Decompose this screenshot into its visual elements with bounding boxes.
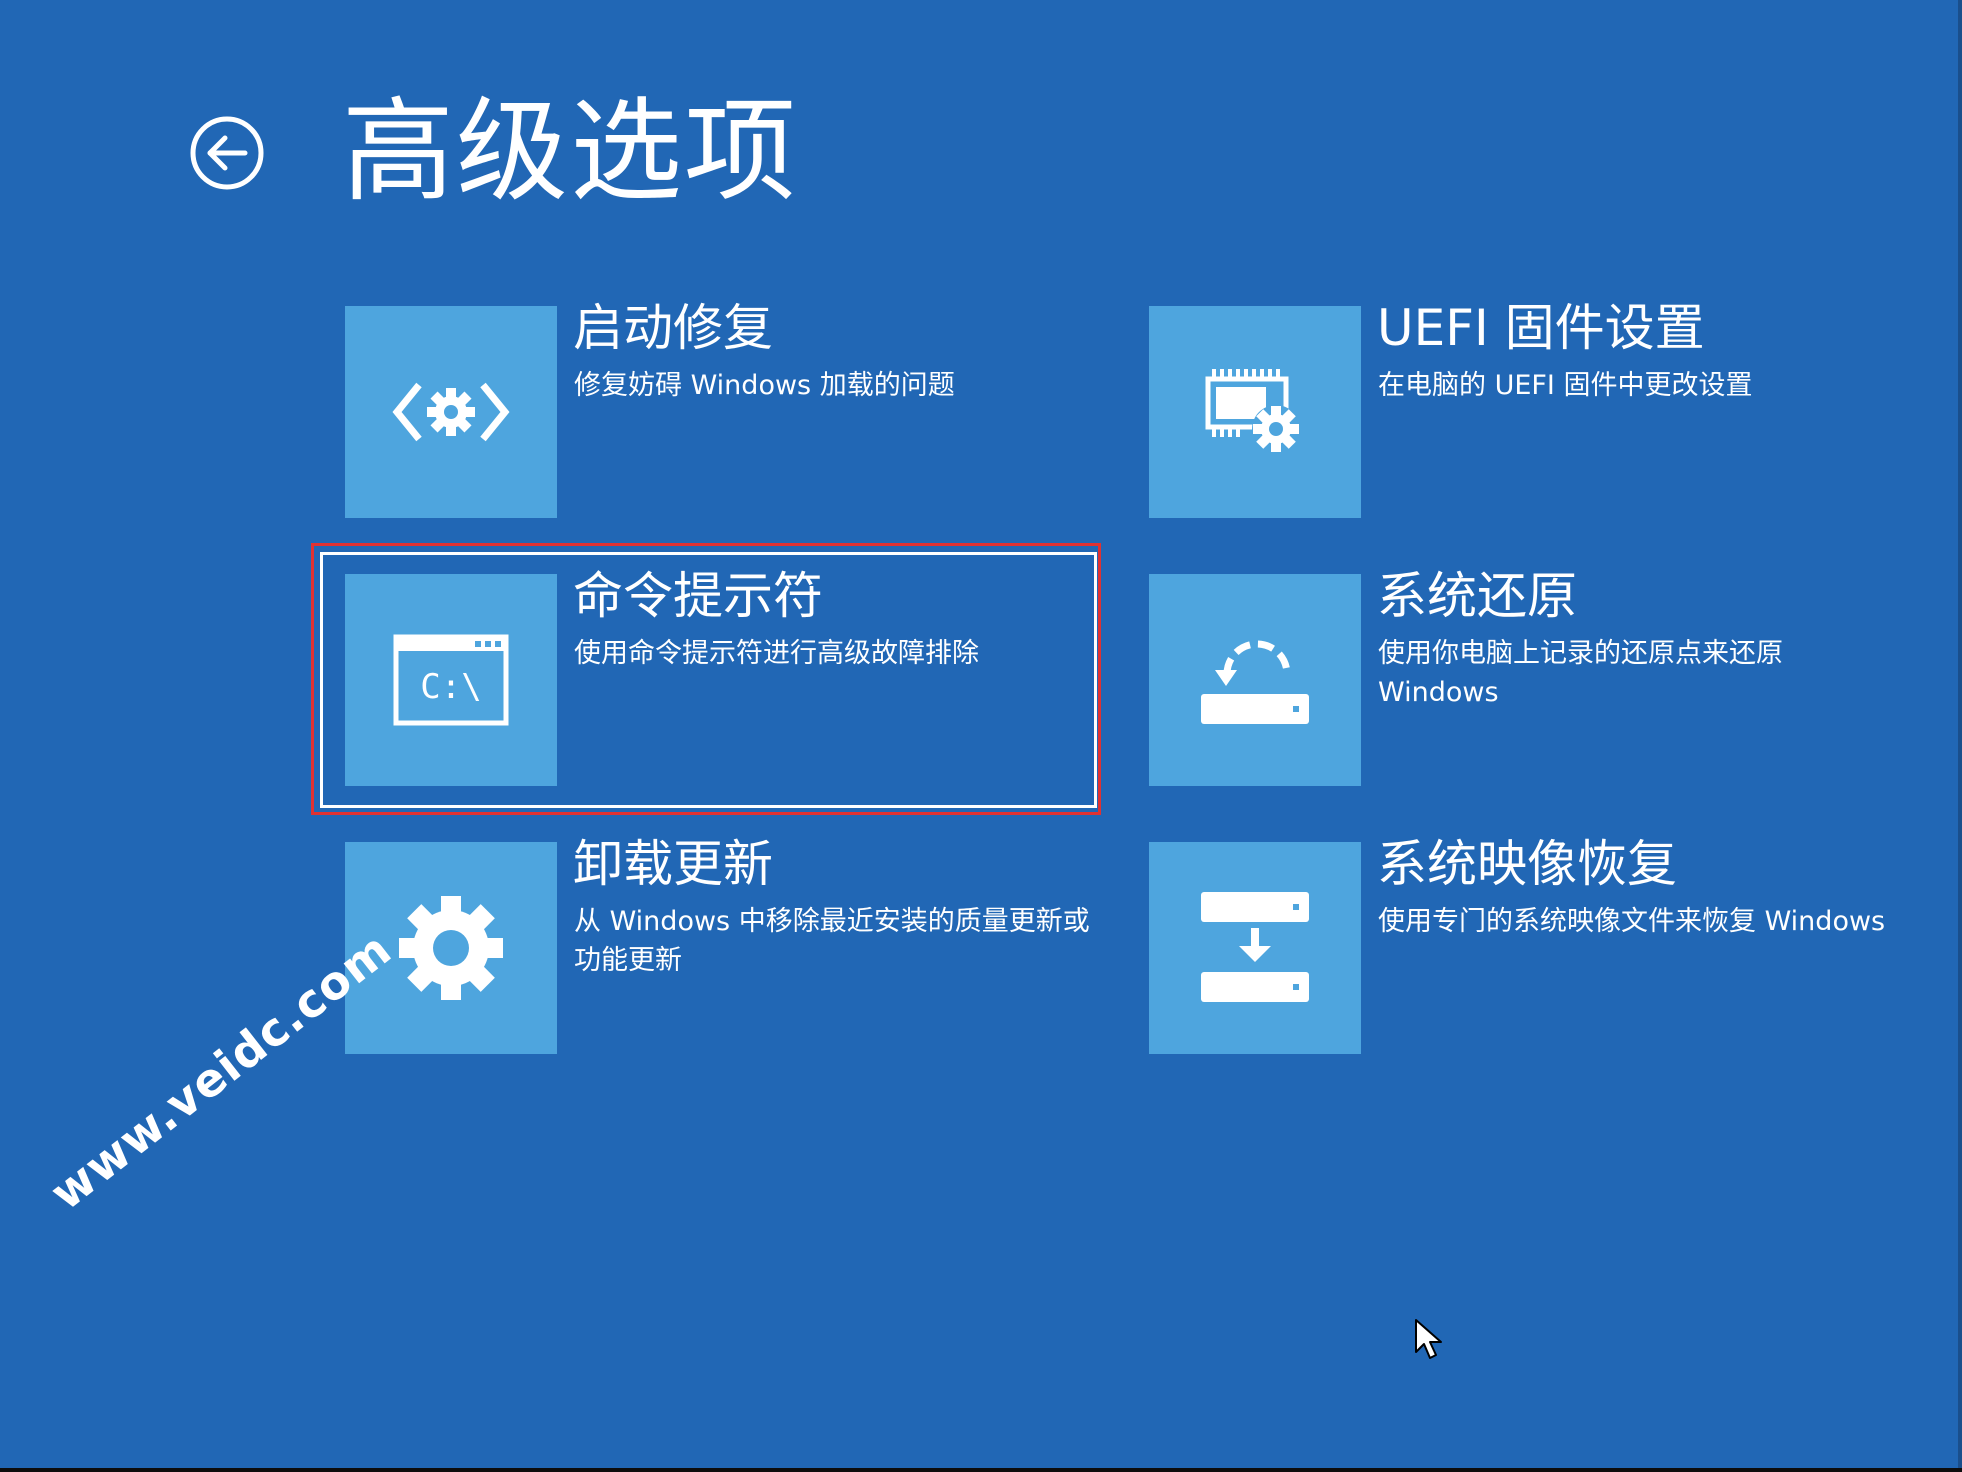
option-description: 在电脑的 UEFI 固件中更改设置 (1378, 370, 1753, 401)
option-uefi-firmware-settings[interactable]: UEFI 固件设置 在电脑的 UEFI 固件中更改设置 (1149, 299, 1909, 518)
watermark: www.veidc.com (40, 921, 402, 1221)
mouse-pointer-icon (1415, 1319, 1442, 1359)
option-description: 使用命令提示符进行高级故障排除 (574, 638, 979, 669)
option-system-restore[interactable]: 系统还原 使用你电脑上记录的还原点来还原 Windows (1149, 567, 1909, 786)
advanced-options-screen: 高级选项 启动修复 修复妨碍 Windows 加载的问题 UEFI 固件设置 在… (0, 0, 1962, 1472)
option-description: 使用专门的系统映像文件来恢复 Windows (1378, 906, 1886, 937)
screen-edge-right (1958, 0, 1962, 1472)
command-prompt-icon-text: C:\ (420, 667, 481, 707)
option-tile (1149, 306, 1361, 518)
back-arrow-circle-icon (190, 116, 264, 190)
option-title: 启动修复 (573, 299, 773, 357)
startup-repair-icon (392, 382, 510, 442)
option-title: 系统还原 (1377, 567, 1577, 625)
screen-edge-bottom (0, 1468, 1962, 1472)
option-startup-repair[interactable]: 启动修复 修复妨碍 Windows 加载的问题 (345, 299, 1105, 518)
option-title: 命令提示符 (573, 567, 823, 625)
option-tile: C:\ (345, 574, 557, 786)
option-tile (1149, 842, 1361, 1054)
option-description: 使用你电脑上记录的还原点来还原 Windows (1378, 638, 1783, 708)
option-tile (1149, 574, 1361, 786)
option-title: 卸载更新 (573, 835, 773, 893)
option-description: 从 Windows 中移除最近安装的质量更新或功能更新 (574, 906, 1090, 976)
option-description: 修复妨碍 Windows 加载的问题 (574, 370, 955, 401)
option-uninstall-updates[interactable]: 卸载更新 从 Windows 中移除最近安装的质量更新或功能更新 (345, 835, 1105, 1054)
option-title: 系统映像恢复 (1377, 835, 1677, 893)
system-image-recovery-icon (1201, 892, 1309, 1002)
option-system-image-recovery[interactable]: 系统映像恢复 使用专门的系统映像文件来恢复 Windows (1149, 835, 1909, 1054)
option-command-prompt[interactable]: C:\ 命令提示符 使用命令提示符进行高级故障排除 (345, 567, 1105, 786)
option-tile (345, 306, 557, 518)
command-prompt-icon: C:\ (393, 634, 509, 726)
back-button[interactable] (189, 115, 265, 191)
page-title: 高级选项 (342, 87, 798, 217)
option-title: UEFI 固件设置 (1377, 299, 1705, 357)
gear-icon (399, 896, 503, 1000)
system-restore-icon (1201, 640, 1309, 724)
uefi-chip-gear-icon (1205, 369, 1300, 453)
